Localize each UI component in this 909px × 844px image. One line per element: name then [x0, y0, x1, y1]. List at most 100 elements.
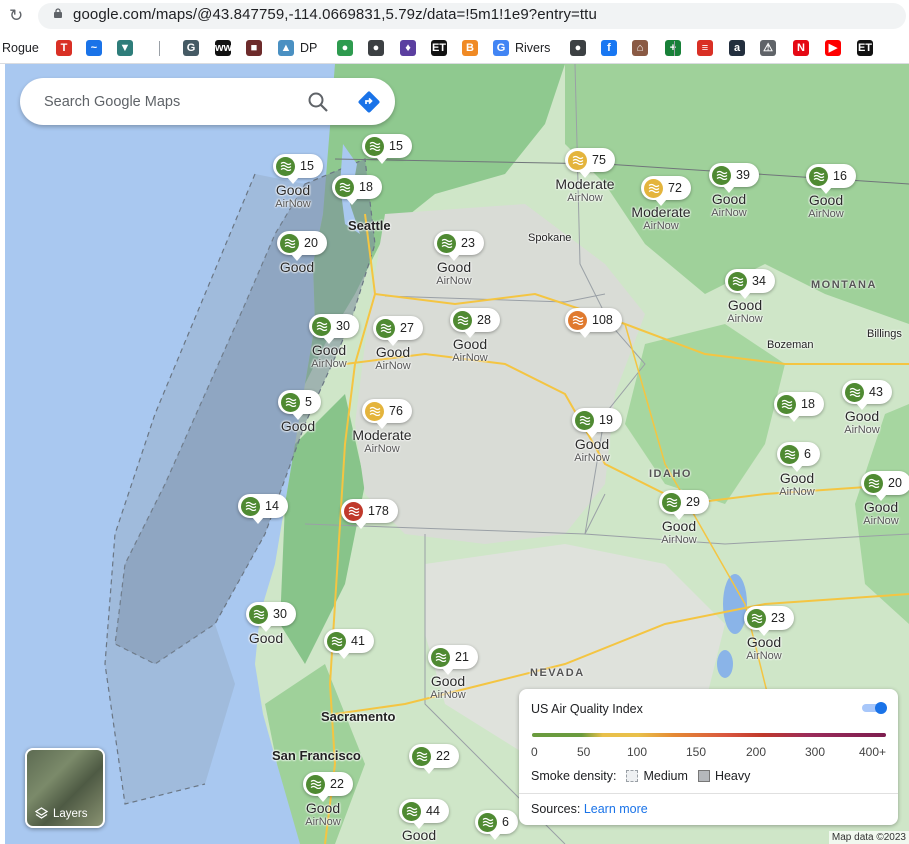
- aqi-station-label[interactable]: Good AirNow: [786, 192, 866, 220]
- aqi-station-pin[interactable]: 6: [475, 810, 518, 840]
- aqi-station-pin[interactable]: 34: [725, 269, 775, 299]
- bookmark-item[interactable]: B: [462, 39, 478, 57]
- bookmark-item[interactable]: G Rivers: [493, 39, 550, 57]
- bookmark-item[interactable]: ≡: [697, 39, 713, 57]
- aqi-station-pin[interactable]: 28: [450, 308, 500, 338]
- bookmark-item[interactable]: ●: [337, 39, 353, 57]
- bookmark-item[interactable]: ⌂: [632, 39, 648, 57]
- bookmark-item[interactable]: ■: [246, 39, 262, 57]
- bookmark-item[interactable]: ▶: [825, 39, 841, 57]
- bookmark-item[interactable]: N: [793, 39, 809, 57]
- aqi-station-label[interactable]: Good AirNow: [414, 259, 494, 287]
- bookmark-item[interactable]: Rogue: [2, 39, 39, 57]
- aqi-station-pin[interactable]: 23: [434, 231, 484, 261]
- aqi-category: Moderate: [352, 427, 412, 443]
- aqi-station-label[interactable]: Good AirNow: [822, 408, 902, 436]
- aqi-station-pin[interactable]: 75: [565, 148, 615, 178]
- aqi-station-pin[interactable]: 108: [565, 308, 622, 338]
- aqi-value: 44: [426, 804, 440, 818]
- layers-button[interactable]: Layers: [25, 748, 105, 828]
- city-label-san-francisco[interactable]: San Francisco: [272, 748, 361, 763]
- aqi-station-label[interactable]: Good AirNow: [353, 344, 433, 372]
- aqi-station-pin[interactable]: 22: [303, 772, 353, 802]
- aqi-station-label[interactable]: Good AirNow: [689, 191, 769, 219]
- aqi-station-pin[interactable]: 23: [744, 606, 794, 636]
- lock-icon[interactable]: [53, 8, 63, 18]
- city-label-billings[interactable]: Billings: [867, 328, 902, 340]
- aqi-station-pin[interactable]: 18: [332, 175, 382, 205]
- aqi-category: Good: [863, 499, 899, 515]
- url-text[interactable]: google.com/maps/@43.847759,-114.0669831,…: [73, 6, 597, 23]
- aqi-station-pin[interactable]: 20: [277, 231, 327, 261]
- aqi-station-label[interactable]: Good AirNow: [757, 470, 837, 498]
- aqi-station-pin[interactable]: 43: [842, 380, 892, 410]
- aqi-station-pin[interactable]: 16: [806, 164, 856, 194]
- aqi-value: 6: [502, 815, 509, 829]
- map-canvas[interactable]: Seattle Spokane Billings Bozeman Sacrame…: [5, 64, 909, 844]
- aqi-station-pin[interactable]: 27: [373, 316, 423, 346]
- aqi-station-pin[interactable]: 15: [273, 154, 323, 184]
- bookmark-item[interactable]: ●: [570, 39, 586, 57]
- city-label-seattle[interactable]: Seattle: [348, 218, 391, 233]
- aqi-station-pin[interactable]: 20: [861, 471, 909, 501]
- aqi-station-label[interactable]: Moderate AirNow: [342, 427, 422, 455]
- bookmark-item[interactable]: ww: [215, 39, 232, 57]
- bookmark-item[interactable]: a: [729, 39, 745, 57]
- aqi-station-pin[interactable]: 44: [399, 799, 449, 829]
- bookmark-item[interactable]: +: [665, 39, 681, 57]
- aqi-station-pin[interactable]: 6: [777, 442, 820, 472]
- bookmark-item[interactable]: f: [601, 39, 617, 57]
- aqi-station-label[interactable]: Good: [226, 630, 306, 646]
- aqi-station-label[interactable]: Good AirNow: [283, 800, 363, 828]
- aqi-station-label[interactable]: Good AirNow: [639, 518, 719, 546]
- aqi-station-pin[interactable]: 22: [409, 744, 459, 774]
- aqi-station-label[interactable]: Good AirNow: [841, 499, 909, 527]
- aqi-station-pin[interactable]: 21: [428, 645, 478, 675]
- aqi-station-label[interactable]: Moderate AirNow: [545, 176, 625, 204]
- aqi-station-pin[interactable]: 30: [246, 602, 296, 632]
- bookmark-item[interactable]: ⚠: [760, 39, 776, 57]
- aqi-station-pin[interactable]: 72: [641, 176, 691, 206]
- aqi-station-label[interactable]: Good AirNow: [430, 336, 510, 364]
- search-icon[interactable]: [306, 90, 330, 114]
- bookmark-item[interactable]: ~: [86, 39, 102, 57]
- aqi-layer-toggle[interactable]: [862, 702, 888, 714]
- bookmark-item[interactable]: ▲ DP: [278, 39, 317, 57]
- aqi-station-pin[interactable]: 5: [278, 390, 321, 420]
- aqi-station-pin[interactable]: 15: [362, 134, 412, 164]
- aqi-station-label[interactable]: Good: [379, 827, 459, 843]
- air-quality-icon: [431, 647, 450, 667]
- aqi-station-pin[interactable]: 178: [341, 499, 398, 529]
- search-input[interactable]: [42, 90, 286, 114]
- aqi-station-label[interactable]: Good: [257, 259, 337, 275]
- city-label-spokane[interactable]: Spokane: [528, 232, 571, 244]
- aqi-station-pin[interactable]: 30: [309, 314, 359, 344]
- aqi-station-label[interactable]: Good AirNow: [552, 436, 632, 464]
- bookmark-item[interactable]: ♦: [400, 39, 416, 57]
- bookmark-item[interactable]: ●: [368, 39, 384, 57]
- city-label-bozeman[interactable]: Bozeman: [767, 339, 813, 351]
- learn-more-link[interactable]: Learn more: [584, 802, 648, 816]
- city-label-sacramento[interactable]: Sacramento: [321, 709, 395, 724]
- aqi-station-pin[interactable]: 14: [238, 494, 288, 524]
- aqi-station-pin[interactable]: 76: [362, 399, 412, 429]
- map-attribution[interactable]: Map data ©2023: [828, 831, 909, 844]
- bookmark-item[interactable]: ▼: [117, 39, 133, 57]
- reload-icon[interactable]: ↻: [9, 6, 23, 26]
- directions-icon[interactable]: [356, 89, 382, 115]
- aqi-station-pin[interactable]: 18: [774, 392, 824, 422]
- aqi-station-label[interactable]: Good AirNow: [705, 297, 785, 325]
- aqi-station-label[interactable]: Good AirNow: [408, 673, 488, 701]
- bookmark-item[interactable]: ET: [857, 39, 873, 57]
- aqi-value: 72: [668, 181, 682, 195]
- aqi-station-label[interactable]: Good: [258, 418, 338, 434]
- aqi-station-pin[interactable]: 29: [659, 490, 709, 520]
- bookmark-item[interactable]: ET: [431, 39, 447, 57]
- bookmark-item[interactable]: T: [56, 39, 72, 57]
- aqi-station-label[interactable]: Good AirNow: [724, 634, 804, 662]
- bookmark-item[interactable]: G: [183, 39, 199, 57]
- aqi-station-pin[interactable]: 19: [572, 408, 622, 438]
- aqi-station-pin[interactable]: 41: [324, 629, 374, 659]
- aqi-station-label[interactable]: Good AirNow: [253, 182, 333, 210]
- aqi-station-pin[interactable]: 39: [709, 163, 759, 193]
